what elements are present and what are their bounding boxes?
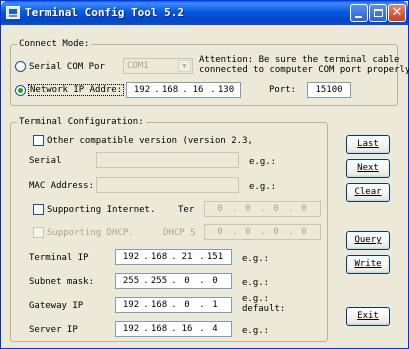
serial-com-label: Serial COM Por [29,62,105,72]
ip-octet: 192 [122,300,140,310]
query-button-label: Query [354,235,382,245]
other-version-label: Other compatible version (version 2.3, [47,136,253,146]
ip-octet: 192 [122,252,140,262]
exit-button-label: Exit [357,311,379,321]
gateway-default-label: default: [242,304,286,314]
connect-mode-legend: Connect Mode: [17,39,92,49]
next-button-label: Next [357,163,379,173]
dhcp-server-label: DHCP S [163,228,196,238]
ter-label: Ter [178,205,195,215]
port-input[interactable]: 15100 [307,82,351,98]
server-ip-input[interactable]: 192 . 168 . 16 . 4 [115,321,232,337]
ip-octet: 255 [150,276,168,286]
ip-octet: 0 [217,204,223,214]
app-icon [6,6,20,19]
ter-ip-input[interactable]: 0 . 0 . 0 . 0 [204,201,321,217]
ip-octet: 192 [122,324,140,334]
title-bar[interactable]: Terminal Config Tool 5.2 ✕ [1,1,408,25]
ip-octet: 130 [217,85,235,95]
ip-octet: 168 [150,300,168,310]
minimize-button[interactable] [350,4,368,22]
gateway-ip-label: Gateway IP [29,301,84,311]
mac-eg-label: e.g.: [249,182,277,192]
ip-octet: 16 [181,324,193,334]
ip-octet: 21 [181,252,193,262]
ip-octet: 168 [161,85,179,95]
last-button-label: Last [357,139,379,149]
network-ip-radio[interactable] [15,85,26,96]
network-ip-input[interactable]: 192 . 168 . 16 . 130 [126,82,241,98]
chevron-down-icon: ▼ [178,60,191,72]
port-value: 15100 [315,85,343,95]
ip-octet: 0 [273,227,279,237]
last-button[interactable]: Last [346,135,390,154]
clear-button-label: Clear [354,187,382,197]
port-label: Port: [269,85,297,95]
ip-octet: 0 [184,276,190,286]
network-ip-label: Network IP Addre: [28,84,125,96]
mac-address-input[interactable] [96,177,239,193]
ip-octet: 168 [150,252,168,262]
ip-octet: 0 [301,227,307,237]
minimize-icon [355,16,362,18]
ip-octet: 0 [301,204,307,214]
maximize-button[interactable] [369,4,387,22]
ip-octet: 0 [273,204,279,214]
supporting-internet-label: Supporting Internet. [47,205,156,215]
supporting-internet-checkbox[interactable] [33,204,44,215]
ip-octet: 0 [245,204,251,214]
ip-octet: 16 [192,85,204,95]
other-version-checkbox[interactable] [33,135,44,146]
com-port-select[interactable]: COM1 ▼ [123,58,193,74]
clear-button[interactable]: Clear [346,183,390,202]
supporting-dhcp-label: Supporting DHCP. [47,228,134,238]
mac-address-label: MAC Address: [29,181,95,191]
ip-octet: 0 [212,276,218,286]
supporting-dhcp-checkbox[interactable] [33,227,44,238]
ip-octet: 0 [217,227,223,237]
com-port-value: COM1 [127,61,149,71]
ip-octet: 192 [133,85,151,95]
serial-input[interactable] [96,152,239,168]
ip-octet: 255 [122,276,140,286]
close-button[interactable]: ✕ [388,4,406,22]
ip-octet: 4 [212,324,218,334]
server-ip-label: Server IP [29,325,78,335]
attention-text-line2: connected to computer COM port properly. [199,65,409,75]
query-button[interactable]: Query [346,231,390,250]
terminal-ip-label: Terminal IP [29,253,89,263]
ip-octet: 0 [184,300,190,310]
terminal-ip-input[interactable]: 192 . 168 . 21 . 151 [115,249,232,265]
dhcp-server-ip-input[interactable]: 0 . 0 . 0 . 0 [204,224,321,240]
subnet-eg-label: e.g.: [242,278,270,288]
exit-button[interactable]: Exit [346,307,390,326]
gateway-eg-label: e.g.: [242,294,270,304]
window-title: Terminal Config Tool 5.2 [25,6,184,19]
config-window: Terminal Config Tool 5.2 ✕ Connect Mode:… [0,0,409,349]
server-eg-label: e.g.: [242,326,270,336]
next-button[interactable]: Next [346,159,390,178]
ip-octet: 0 [245,227,251,237]
serial-eg-label: e.g.: [249,157,277,167]
maximize-icon [374,9,383,17]
attention-text-line1: Attention: Be sure the terminal cable [199,55,400,65]
write-button-label: Write [354,259,382,269]
subnet-mask-input[interactable]: 255 . 255 . 0 . 0 [115,273,232,289]
subnet-mask-label: Subnet mask: [29,277,95,287]
terminal-ip-eg-label: e.g.: [242,254,270,264]
gateway-ip-input[interactable]: 192 . 168 . 0 . 1 [115,297,232,313]
serial-com-radio[interactable] [15,61,26,72]
write-button[interactable]: Write [346,255,390,274]
serial-label: Serial [29,156,62,166]
close-icon: ✕ [391,5,403,20]
ip-octet: 1 [212,300,218,310]
ip-octet: 168 [150,324,168,334]
ip-octet: 151 [206,252,224,262]
terminal-config-legend: Terminal Configuration: [17,117,146,127]
